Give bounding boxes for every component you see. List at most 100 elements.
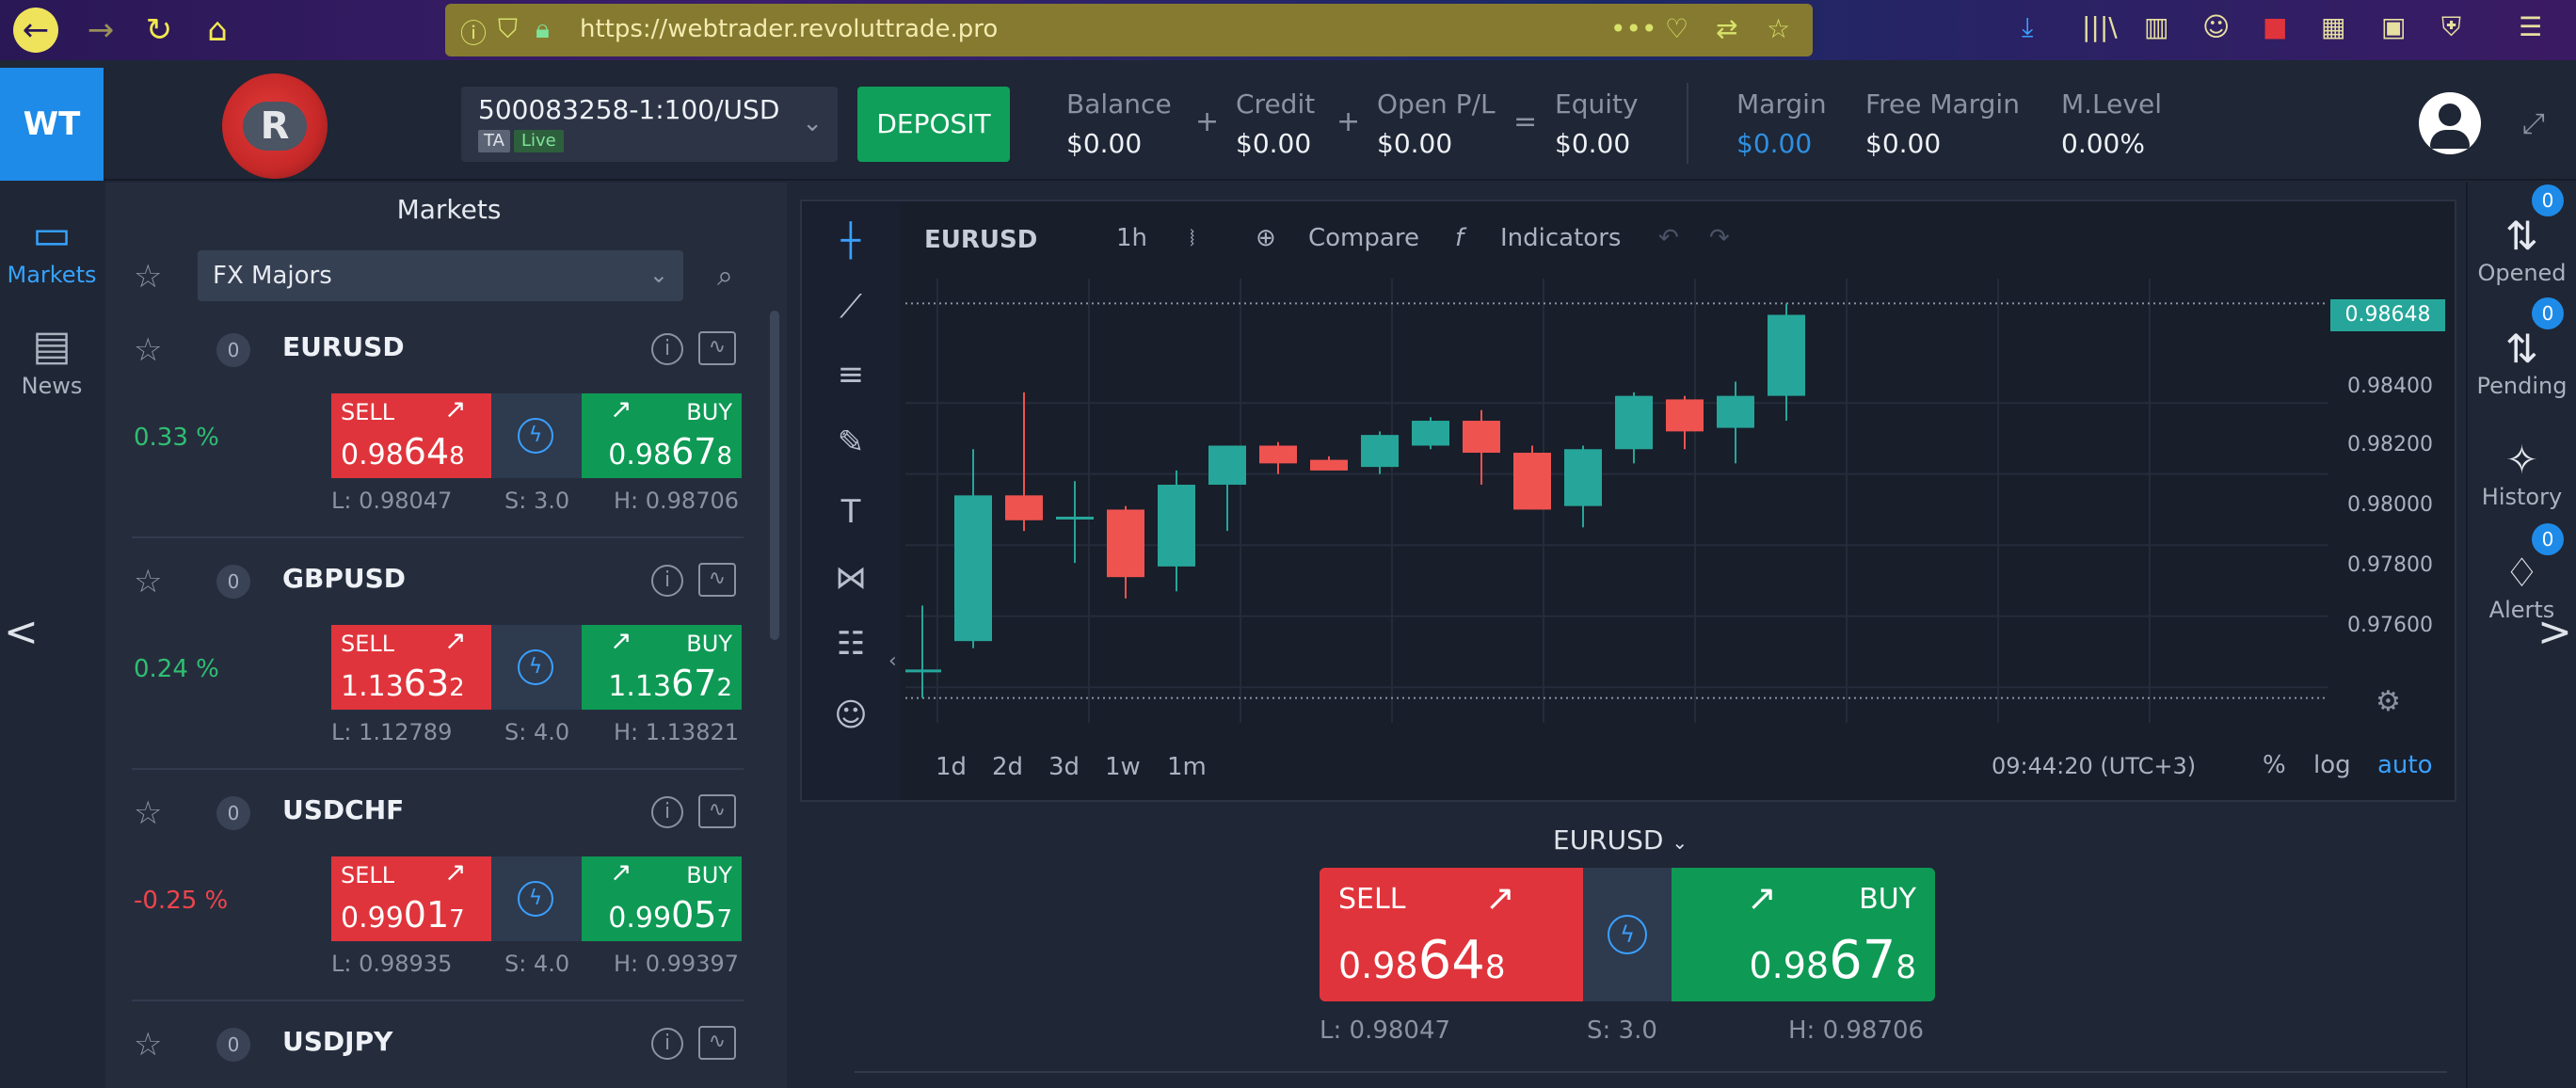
gear-icon[interactable]: ⚙ (2376, 685, 2401, 718)
markets-title: Markets (396, 194, 502, 225)
crosshair-icon[interactable]: ┼ (823, 222, 879, 260)
plus-circle-icon[interactable]: ⊕ (1256, 224, 1276, 252)
bookmark-star-icon[interactable]: ☆ (1767, 13, 1790, 44)
sidebar-item-markets[interactable]: ▭ Markets (0, 209, 104, 288)
horizontal-lines-icon[interactable]: ≡ (823, 356, 879, 393)
measure-icon[interactable]: ☷ (823, 625, 879, 663)
chevron-right-icon[interactable]: > (2537, 608, 2572, 656)
chart-icon[interactable]: ∿ (698, 794, 736, 828)
function-icon[interactable]: f (1455, 224, 1464, 252)
extension-icon[interactable]: ▦ (2321, 11, 2345, 42)
candlestick-type-icon[interactable]: ⧘ (1190, 224, 1194, 253)
chart-icon[interactable]: ∿ (698, 563, 736, 597)
url-text[interactable]: https://webtrader.revoluttrade.pro (580, 15, 998, 43)
back-icon[interactable]: ← (13, 8, 58, 53)
fullscreen-icon[interactable]: ⤢ (2522, 107, 2545, 140)
sell-button[interactable]: SELL ↗ 0.98648 (331, 393, 491, 478)
account-selector[interactable]: 500083258-1:100/USD TA Live ⌄ (461, 87, 838, 162)
panel-divider (855, 1071, 2447, 1073)
margin-label: Margin (1736, 88, 1827, 120)
margin-value: $0.00 (1736, 128, 1813, 159)
trade-sell-button[interactable]: SELL ↗ 0.98648 (1320, 868, 1583, 1001)
info-icon[interactable]: i (651, 333, 683, 365)
credit-label: Credit (1236, 88, 1316, 120)
buy-price: 0.99057 (608, 894, 732, 936)
info-icon[interactable]: i (651, 565, 683, 597)
one-click-trade[interactable]: ϟ (491, 856, 582, 941)
favorite-star-icon[interactable]: ☆ (134, 331, 162, 369)
sell-button[interactable]: SELL ↗ 0.99017 (331, 856, 491, 941)
log-scale-toggle[interactable]: log (2313, 751, 2351, 779)
url-bar[interactable]: ⓘ ⛉ 🔒︎ https://webtrader.revoluttrade.pr… (445, 4, 1813, 56)
deposit-button[interactable]: DEPOSIT (857, 87, 1010, 162)
extension-shield-icon[interactable]: ⛨ (2441, 11, 2461, 43)
trade-symbol-select[interactable]: EURUSD ⌄ (1553, 824, 1688, 856)
info-icon[interactable]: i (651, 1028, 683, 1060)
lightning-icon: ϟ (518, 881, 553, 917)
one-click-trade[interactable]: ϟ (491, 625, 582, 710)
timeframe-3d[interactable]: 3d (1048, 753, 1080, 781)
download-icon[interactable]: ⤓ (2022, 11, 2033, 43)
sidebar-item-news[interactable]: ▤ News (0, 320, 104, 399)
wt-logo[interactable]: WT (0, 68, 104, 181)
account-icon[interactable]: ☺ (2202, 11, 2230, 42)
buy-button[interactable]: ↗ BUY 1.13672 (582, 625, 742, 710)
tracking-shield-icon[interactable]: ⛉ (498, 13, 518, 45)
one-click-trade[interactable]: ϟ (1583, 868, 1672, 1001)
search-icon[interactable]: ⌕ (717, 260, 733, 293)
favorite-star-icon[interactable]: ☆ (134, 1026, 162, 1064)
library-icon[interactable]: |||\ (2082, 11, 2118, 42)
forward-icon[interactable]: → (77, 8, 124, 53)
pocket-icon[interactable]: ♡ (1665, 13, 1688, 44)
timeframe-1w[interactable]: 1w (1105, 753, 1141, 781)
extension-translate-icon[interactable]: ▣ (2381, 11, 2406, 42)
chevron-left-icon[interactable]: < (4, 608, 39, 656)
text-tool-icon[interactable]: T (823, 493, 879, 531)
lock-icon[interactable]: 🔒︎ (536, 13, 550, 45)
extension-lock-icon[interactable]: ■ (2263, 11, 2287, 42)
interval-selector[interactable]: 1h (1116, 224, 1147, 252)
candle (1158, 470, 1195, 592)
trade-buy-button[interactable]: ↗ BUY 0.98678 (1672, 868, 1935, 1001)
markets-scrollbar[interactable] (770, 311, 779, 640)
timeframe-2d[interactable]: 2d (992, 753, 1023, 781)
market-group-select[interactable]: FX Majors ⌄ (198, 250, 683, 301)
timeframe-1m[interactable]: 1m (1167, 753, 1207, 781)
collapse-toolbar-icon[interactable]: ‹ (888, 649, 904, 687)
sell-button[interactable]: SELL ↗ 1.13632 (331, 625, 491, 710)
reload-icon[interactable]: ↻ (136, 8, 183, 53)
candle-body (1717, 395, 1754, 428)
translate-icon[interactable]: ⇄ (1716, 13, 1737, 44)
more-icon[interactable]: ••• (1610, 13, 1657, 44)
redo-icon[interactable]: ↷ (1709, 224, 1730, 252)
auto-scale-toggle[interactable]: auto (2377, 751, 2433, 779)
one-click-trade[interactable]: ϟ (491, 393, 582, 478)
chart-icon[interactable]: ∿ (698, 331, 736, 365)
sidebar-item-opened[interactable]: ⇅ Opened (2468, 213, 2576, 286)
favorite-star-icon[interactable]: ☆ (134, 794, 162, 832)
timeframe-1d[interactable]: 1d (936, 753, 967, 781)
buy-button[interactable]: ↗ BUY 0.98678 (582, 393, 742, 478)
undo-icon[interactable]: ↶ (1658, 224, 1679, 252)
info-icon[interactable]: ⓘ (460, 13, 487, 51)
user-avatar-icon[interactable] (2419, 92, 2481, 154)
chart-icon[interactable]: ∿ (698, 1026, 736, 1060)
favorite-star-icon[interactable]: ☆ (134, 563, 162, 600)
percent-scale-toggle[interactable]: % (2263, 751, 2286, 779)
info-icon[interactable]: i (651, 796, 683, 828)
trend-line-icon[interactable]: ⟋ (823, 288, 879, 326)
compare-button[interactable]: Compare (1308, 224, 1419, 252)
indicators-button[interactable]: Indicators (1500, 224, 1621, 252)
buy-button[interactable]: ↗ BUY 0.99057 (582, 856, 742, 941)
price-chart[interactable] (905, 279, 2328, 723)
brush-icon[interactable]: ✎ (823, 424, 879, 461)
pattern-icon[interactable]: ⋈ (823, 559, 879, 597)
sidebar-toggle-icon[interactable]: ▥ (2144, 11, 2168, 42)
menu-icon[interactable]: ☰ (2519, 11, 2542, 42)
emoji-icon[interactable]: ☺ (823, 696, 879, 734)
home-icon[interactable]: ⌂ (194, 8, 241, 53)
sidebar-item-pending[interactable]: ⇅ Pending (2468, 326, 2576, 399)
favorite-star-icon[interactable]: ☆ (134, 258, 162, 296)
sidebar-item-history[interactable]: ✧ History (2468, 437, 2576, 510)
chart-symbol[interactable]: EURUSD (924, 226, 1037, 254)
